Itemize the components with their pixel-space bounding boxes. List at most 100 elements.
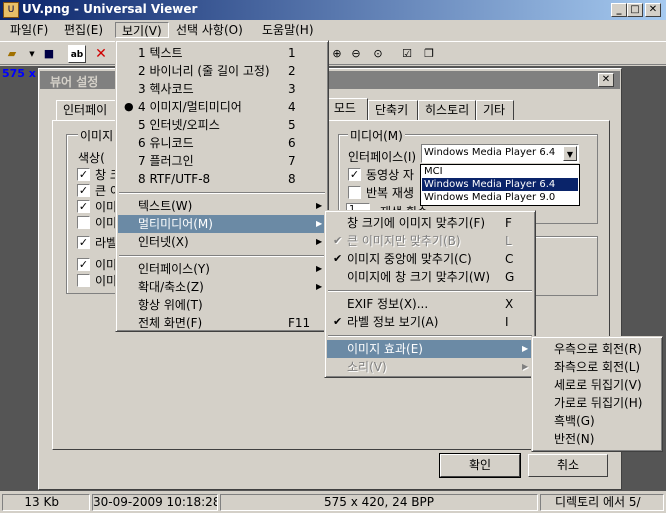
submenu-arrow-icon: ▶ [316, 201, 323, 210]
menu-item-rotate-right[interactable]: 우측으로 회전(R) [534, 340, 660, 358]
window-title: UV.png - Universal Viewer [22, 2, 198, 16]
text-mode-icon[interactable]: ab [68, 45, 86, 63]
menu-item-rotate-left[interactable]: 좌측으로 회전(L) [534, 358, 660, 376]
submenu-arrow-icon: ▶ [316, 282, 323, 291]
zoom-in-icon[interactable]: ⊕ [328, 45, 346, 63]
option-wmp90[interactable]: Windows Media Player 9.0 [422, 191, 578, 204]
menu-item-internet-sub[interactable]: 인터넷(X) ▶ [118, 233, 326, 251]
menu-item-exif[interactable]: EXIF 정보(X)... X [327, 295, 533, 313]
menu-options[interactable]: 선택 사항(O) [170, 22, 249, 38]
interface-label: 인터페이스(I) [348, 150, 417, 164]
interface-options-list: MCI Windows Media Player 6.4 Windows Med… [420, 164, 580, 206]
checkbox-fit-image[interactable] [77, 216, 90, 229]
status-dimensions: 575 x 420, 24 BPP [220, 494, 538, 511]
maximize-button[interactable]: □ [627, 3, 643, 17]
dialog-close-button[interactable]: ✕ [598, 73, 614, 87]
checkbox-repeat[interactable] [348, 186, 361, 199]
menu-item-invert[interactable]: 반전(N) [534, 430, 660, 448]
menu-bar: 파일(F) 편집(E) 보기(V) 선택 사항(O) 도움말(H) [0, 20, 666, 40]
menu-item-sound[interactable]: 소리(V) ▶ [327, 358, 533, 376]
checkbox-label: 반복 재생 [366, 186, 414, 200]
chevron-down-icon[interactable]: ▼ [563, 146, 577, 161]
ok-button[interactable]: 확인 [439, 453, 521, 478]
menu-item-fit-to-image[interactable]: 이미지에 창 크기 맞추기(W) G [327, 268, 533, 286]
toolbar: ▰ ▼ ■ ab ✕ ⊕ ⊖ ⊙ ☑ ❐ [0, 41, 666, 65]
zoom-out-icon[interactable]: ⊖ [347, 45, 365, 63]
menu-item-grayscale[interactable]: 흑백(G) [534, 412, 660, 430]
menu-item-text-sub[interactable]: 텍스트(W) ▶ [118, 197, 326, 215]
menu-item-image[interactable]: ● 4 이미지/멀티미디어 4 [118, 98, 326, 116]
dropdown-arrow-icon[interactable]: ▼ [23, 45, 41, 63]
menu-item-center-image[interactable]: ✔ 이미지 중앙에 맞추기(C) C [327, 250, 533, 268]
checkbox-video[interactable]: ✓ [348, 168, 361, 181]
menu-item-flip-vertical[interactable]: 세로로 뒤집기(V) [534, 376, 660, 394]
copy-icon[interactable]: ❐ [420, 45, 438, 63]
properties-icon[interactable]: ☑ [398, 45, 416, 63]
checkbox-label: 이미 [95, 258, 118, 272]
checkbox-large-only[interactable]: ✓ [77, 184, 90, 197]
menu-item-plugin[interactable]: 7 플러그인 7 [118, 152, 326, 170]
tab-shortcuts[interactable]: 단축키 [368, 100, 418, 120]
menu-file[interactable]: 파일(F) [4, 22, 54, 38]
effects-menu: 우측으로 회전(R) 좌측으로 회전(L) 세로로 뒤집기(V) 가로로 뒤집기… [531, 336, 663, 452]
submenu-arrow-icon: ▶ [522, 344, 529, 353]
tab-other[interactable]: 기타 [476, 100, 514, 120]
menu-item-label-info[interactable]: ✔ 라벨 정보 보기(A) I [327, 313, 533, 331]
interface-select-value: Windows Media Player 6.4 [424, 147, 556, 158]
title-bar[interactable]: U UV.png - Universal Viewer _ □ ✕ [0, 0, 666, 20]
cancel-button[interactable]: 취소 [528, 454, 608, 477]
menu-item-text[interactable]: 1 텍스트 1 [118, 44, 326, 62]
menu-item-fullscreen[interactable]: 전체 화면(F) F11 [118, 314, 326, 332]
option-wmp64[interactable]: Windows Media Player 6.4 [422, 178, 578, 191]
zoom-fit-icon[interactable]: ⊙ [369, 45, 387, 63]
checkbox-fit-window[interactable]: ✓ [77, 168, 90, 181]
checkbox-center[interactable]: ✓ [77, 200, 90, 213]
save-icon[interactable]: ■ [40, 45, 58, 63]
checkbox-image-b[interactable] [77, 274, 90, 287]
status-file-size: 13 Kb [2, 494, 90, 511]
checkbox-label: 이미 [95, 216, 118, 230]
menu-item-image-effects[interactable]: 이미지 효과(E) ▶ [327, 340, 533, 358]
menu-item-fit-window[interactable]: 창 크기에 이미지 맞추기(F) F [327, 214, 533, 232]
tab-history[interactable]: 히스토리 [418, 100, 476, 120]
open-folder-icon[interactable]: ▰ [3, 45, 21, 63]
tab-interface[interactable]: 인터페이 [56, 100, 118, 120]
menu-separator [328, 290, 532, 292]
menu-item-interface[interactable]: 인터페이스(Y) ▶ [118, 260, 326, 278]
media-group-title: 미디어(M) [348, 127, 405, 144]
menu-item-unicode[interactable]: 6 유니코드 6 [118, 134, 326, 152]
minimize-button[interactable]: _ [611, 3, 627, 17]
delete-icon[interactable]: ✕ [92, 45, 110, 63]
status-date: 30-09-2009 10:18:28 [92, 494, 218, 511]
submenu-arrow-icon: ▶ [316, 219, 323, 228]
menu-item-fit-large[interactable]: ✔ 큰 이미지만 맞추기(B) L [327, 232, 533, 250]
menu-view[interactable]: 보기(V) [115, 22, 169, 38]
menu-item-multimedia[interactable]: 멀티미디어(M) ▶ [118, 215, 326, 233]
close-button[interactable]: ✕ [645, 3, 661, 17]
color-label: 색상( [78, 151, 105, 165]
menu-item-internet[interactable]: 5 인터넷/오피스 5 [118, 116, 326, 134]
checkbox-label-info[interactable]: ✓ [77, 236, 90, 249]
app-icon[interactable]: U [3, 2, 19, 18]
option-mci[interactable]: MCI [422, 165, 578, 178]
menu-item-flip-horizontal[interactable]: 가로로 뒤집기(H) [534, 394, 660, 412]
submenu-arrow-icon: ▶ [522, 362, 529, 371]
menu-edit[interactable]: 편집(E) [58, 22, 109, 38]
image-group-title: 이미지 [78, 127, 116, 144]
interface-select[interactable]: Windows Media Player 6.4 [421, 144, 579, 163]
checkbox-label: 동영상 자 [366, 168, 414, 182]
dialog-title: 뷰어 설정 [50, 75, 99, 89]
menu-item-always-on-top[interactable]: 항상 위에(T) [118, 296, 326, 314]
view-menu: 1 텍스트 1 2 바이너리 (줄 길이 고정) 2 3 헥사코드 3 ● 4 이미지/… [115, 40, 329, 332]
menu-item-rtf[interactable]: 8 RTF/UTF-8 8 [118, 170, 326, 188]
check-icon: ✔ [333, 234, 343, 247]
menu-separator [328, 335, 532, 337]
status-bar: 13 Kb 30-09-2009 10:18:28 575 x 420, 24 … [0, 491, 666, 513]
menu-item-binary[interactable]: 2 바이너리 (줄 길이 고정) 2 [118, 62, 326, 80]
menu-item-zoom[interactable]: 확대/축소(Z) ▶ [118, 278, 326, 296]
menu-help[interactable]: 도움말(H) [256, 22, 320, 38]
check-icon: ✔ [333, 252, 343, 265]
checkbox-image-a[interactable]: ✓ [77, 258, 90, 271]
menu-separator [119, 255, 325, 257]
menu-item-hex[interactable]: 3 헥사코드 3 [118, 80, 326, 98]
